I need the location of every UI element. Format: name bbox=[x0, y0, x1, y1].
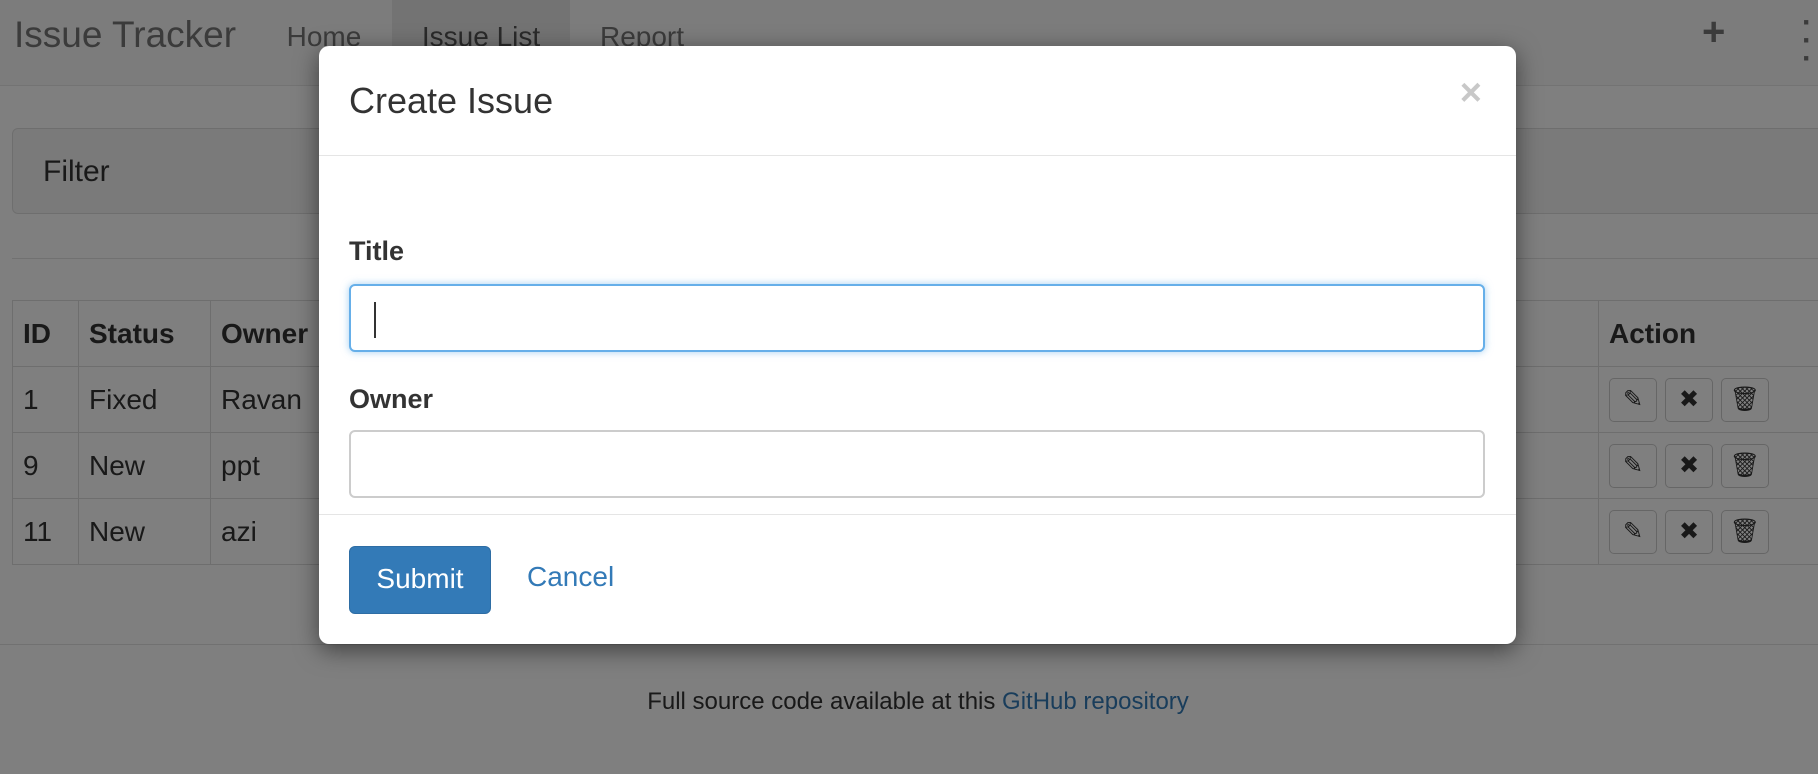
submit-button[interactable]: Submit bbox=[349, 546, 491, 614]
modal-footer: Submit Cancel bbox=[319, 514, 1516, 644]
title-label: Title bbox=[349, 236, 405, 266]
modal-title: Create Issue bbox=[349, 80, 554, 121]
cancel-button[interactable]: Cancel bbox=[527, 561, 614, 593]
close-icon[interactable]: × bbox=[1460, 74, 1482, 112]
owner-input[interactable] bbox=[349, 430, 1485, 498]
title-input[interactable] bbox=[349, 284, 1485, 352]
create-issue-modal: Create Issue × Title Owner Submit Cancel bbox=[319, 46, 1516, 644]
text-caret bbox=[374, 302, 376, 338]
modal-header: Create Issue × bbox=[319, 46, 1516, 156]
owner-label: Owner bbox=[349, 384, 434, 414]
